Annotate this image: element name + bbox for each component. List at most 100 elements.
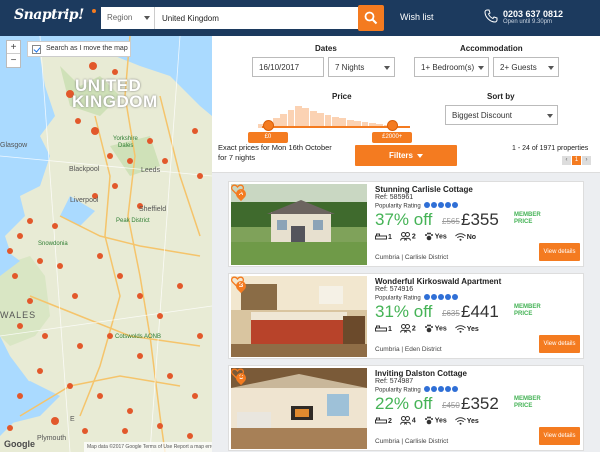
map-footer[interactable]: Map data ©2017 Google Terms of Use Repor… bbox=[84, 442, 212, 452]
member-price-label: MEMBER PRICE bbox=[514, 304, 541, 317]
price-label: Price bbox=[332, 92, 352, 101]
map-label-yorkshire: Yorkshire bbox=[113, 136, 138, 142]
heart-icon[interactable] bbox=[231, 276, 244, 288]
map-label-dales: Dales bbox=[118, 143, 134, 149]
bedrooms-select[interactable]: 1+ Bedroom(s) bbox=[414, 57, 489, 77]
chevron-down-icon bbox=[384, 66, 390, 70]
listings-panel: A Stunning Carlisle Cottage Ref: 585961 … bbox=[212, 173, 600, 452]
zoom-control: + − bbox=[6, 40, 21, 68]
listing-title[interactable]: Inviting Dalston Cottage bbox=[375, 369, 467, 378]
nights-select[interactable]: 7 Nights bbox=[328, 57, 395, 77]
wifi-available: No bbox=[466, 233, 477, 241]
guests-count: 4 bbox=[411, 417, 416, 425]
search-button[interactable] bbox=[358, 5, 384, 31]
discount-text: 31% off bbox=[375, 302, 433, 321]
listing-location: Cumbria | Eden District bbox=[375, 346, 442, 353]
listing-card[interactable]: C Inviting Dalston Cottage Ref: 574987 P… bbox=[228, 365, 584, 451]
pagination-next-button[interactable]: › bbox=[582, 156, 591, 165]
pagination-current-page[interactable]: 1 bbox=[572, 156, 581, 165]
search-input[interactable] bbox=[155, 7, 358, 29]
listing-card[interactable]: A Stunning Carlisle Cottage Ref: 585961 … bbox=[228, 181, 584, 267]
guests-icon bbox=[399, 324, 411, 333]
zoom-in-button[interactable]: + bbox=[7, 41, 20, 54]
member-price: £441 bbox=[461, 302, 499, 321]
listing-location: Cumbria | Carlisle District bbox=[375, 438, 449, 445]
rating-dots bbox=[423, 202, 459, 210]
view-details-button[interactable]: View details bbox=[539, 243, 580, 261]
price-histogram bbox=[258, 102, 406, 128]
bed-icon bbox=[375, 233, 387, 239]
filters-panel: Dates 16/10/2017 7 Nights Accommodation … bbox=[212, 36, 600, 173]
map-label-kingdom: KINGDOM bbox=[72, 92, 158, 111]
popularity-label: Popularity Rating bbox=[375, 387, 421, 394]
chevron-down-icon bbox=[417, 153, 423, 158]
view-details-button[interactable]: View details bbox=[539, 335, 580, 353]
popularity-label: Popularity Rating bbox=[375, 295, 421, 302]
popularity-rating: Popularity Rating bbox=[375, 202, 459, 210]
region-select-label: Region bbox=[107, 13, 133, 22]
zoom-out-button[interactable]: − bbox=[7, 54, 20, 67]
rating-dots bbox=[423, 386, 459, 394]
listing-title[interactable]: Wonderful Kirkoswald Apartment bbox=[375, 277, 501, 286]
bedrooms-count: 2 bbox=[388, 417, 392, 425]
map[interactable]: + − Search as I move the map UNITED KING… bbox=[0, 36, 212, 452]
amenities: 1 2 Yes No bbox=[375, 232, 482, 241]
guests-count: 2 bbox=[411, 233, 416, 241]
guests-value: 2+ Guests bbox=[500, 63, 537, 72]
filters-button[interactable]: Filters bbox=[355, 145, 457, 166]
histogram-bar bbox=[295, 106, 302, 128]
member-price: £352 bbox=[461, 394, 499, 413]
listing-photo[interactable]: C bbox=[231, 368, 367, 449]
histogram-bar bbox=[302, 108, 310, 128]
search-as-move-label: Search as I move the map bbox=[46, 45, 128, 52]
sort-label: Sort by bbox=[487, 92, 515, 101]
discount-text: 37% off bbox=[375, 210, 433, 229]
guests-icon bbox=[399, 232, 411, 241]
popularity-label: Popularity Rating bbox=[375, 203, 421, 210]
guests-count: 2 bbox=[411, 325, 416, 333]
listing-photo[interactable]: B bbox=[231, 276, 367, 357]
exact-prices-text: Exact prices for Mon 16th October for 7 … bbox=[218, 143, 332, 162]
price-max-handle[interactable] bbox=[387, 120, 399, 131]
view-details-button[interactable]: View details bbox=[539, 427, 580, 445]
bed-icon bbox=[375, 325, 387, 331]
listing-card[interactable]: B Wonderful Kirkoswald Apartment Ref: 57… bbox=[228, 273, 584, 359]
guests-select[interactable]: 2+ Guests bbox=[493, 57, 559, 77]
pets-allowed: Yes bbox=[434, 417, 447, 425]
map-label-snowdonia: Snowdonia bbox=[38, 241, 68, 247]
listing-location: Cumbria | Carlisle District bbox=[375, 254, 449, 261]
filters-button-label: Filters bbox=[388, 151, 413, 160]
checkbox-checked-icon bbox=[32, 45, 41, 54]
phone-hours: Open until 9.30pm bbox=[503, 19, 553, 25]
pet-icon bbox=[424, 232, 433, 241]
map-label-sheffield: Sheffield bbox=[139, 206, 167, 213]
rating-dots bbox=[423, 294, 459, 302]
heart-icon[interactable] bbox=[231, 368, 244, 380]
search-icon bbox=[364, 11, 378, 25]
chevron-down-icon bbox=[547, 114, 553, 118]
map-label-leeds: Leeds bbox=[141, 167, 161, 174]
region-select[interactable]: Region bbox=[101, 7, 155, 29]
amenities: 2 4 Yes Yes bbox=[375, 416, 485, 425]
member-price-label: MEMBER PRICE bbox=[514, 212, 541, 225]
wifi-available: Yes bbox=[466, 417, 479, 425]
sort-select[interactable]: Biggest Discount bbox=[445, 105, 558, 125]
phone-icon bbox=[484, 9, 498, 23]
pagination-prev-button[interactable]: ‹ bbox=[562, 156, 571, 165]
guests-icon bbox=[399, 416, 411, 425]
bedrooms-count: 1 bbox=[388, 325, 392, 333]
logo-dot bbox=[92, 9, 96, 13]
listing-photo[interactable]: A bbox=[231, 184, 367, 265]
date-input[interactable]: 16/10/2017 bbox=[252, 57, 324, 77]
top-navbar: Snaptrip! Region Wish list 0203 637 0812… bbox=[0, 0, 600, 36]
price-min-handle[interactable] bbox=[262, 120, 274, 131]
amenities: 1 2 Yes Yes bbox=[375, 324, 485, 333]
map-label-cotswolds: Cotswolds AONB bbox=[115, 334, 162, 340]
search-as-move-checkbox[interactable]: Search as I move the map bbox=[27, 41, 131, 57]
listing-title[interactable]: Stunning Carlisle Cottage bbox=[375, 185, 473, 194]
phone-number[interactable]: 0203 637 0812 bbox=[503, 9, 563, 19]
logo[interactable]: Snaptrip! bbox=[14, 7, 84, 23]
original-price: £450 bbox=[442, 401, 460, 410]
heart-icon[interactable] bbox=[231, 184, 244, 196]
wishlist-link[interactable]: Wish list bbox=[400, 12, 434, 22]
